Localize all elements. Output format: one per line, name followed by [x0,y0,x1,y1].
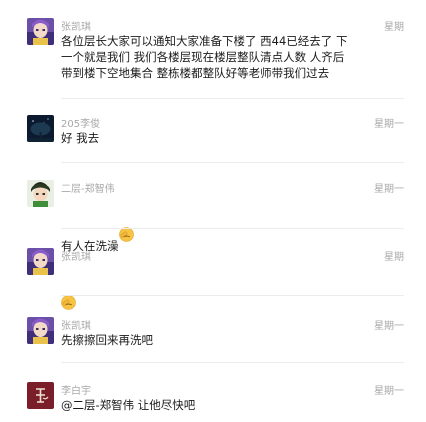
anime-girl-purple-avatar[interactable] [27,317,54,344]
sender-name: 张凯琪 [61,22,91,33]
anime-girl-purple-avatar[interactable] [27,18,54,45]
message-text: 先擦擦回来再洗吧 [61,333,153,347]
message-time: 星期一 [374,321,404,332]
anime-boy-green-avatar[interactable] [27,180,54,207]
divider [61,228,404,229]
divider [61,98,404,99]
message-time: 星期一 [374,386,404,397]
facepalm-emoji [61,279,76,310]
divider [61,295,404,296]
message-text: 好 我去 [61,131,100,145]
sender-name: 205李俊 [61,119,101,130]
divider [61,362,404,363]
anime-girl-purple-avatar[interactable] [27,248,54,275]
facepalm-emoji [118,211,134,242]
chat-message-list: 张凯琪 星期 各位层长大家可以通知大家准备下楼了 西44已经去了 下 一个就是我… [0,0,426,422]
message-time: 星期一 [374,184,404,195]
message-text: 有人在洗澡 [61,195,351,254]
message-text [61,263,351,322]
sender-name: 张凯琪 [61,252,91,263]
message-time: 星期 [384,252,404,263]
divider [61,162,404,163]
red-seal-avatar[interactable] [27,382,54,409]
message-text: 各位层长大家可以通知大家准备下楼了 西44已经去了 下 一个就是我们 我们各楼层… [61,34,348,80]
sender-name: 二层-郑智伟 [61,184,115,195]
message-time: 星期 [384,22,404,33]
night-tree-avatar[interactable] [27,115,54,142]
message-time: 星期一 [374,119,404,130]
sender-name: 李白宇 [61,386,91,397]
sender-name: 张凯琪 [61,321,91,332]
message-text: @二层-郑智伟 让他尽快吧 [61,398,196,412]
